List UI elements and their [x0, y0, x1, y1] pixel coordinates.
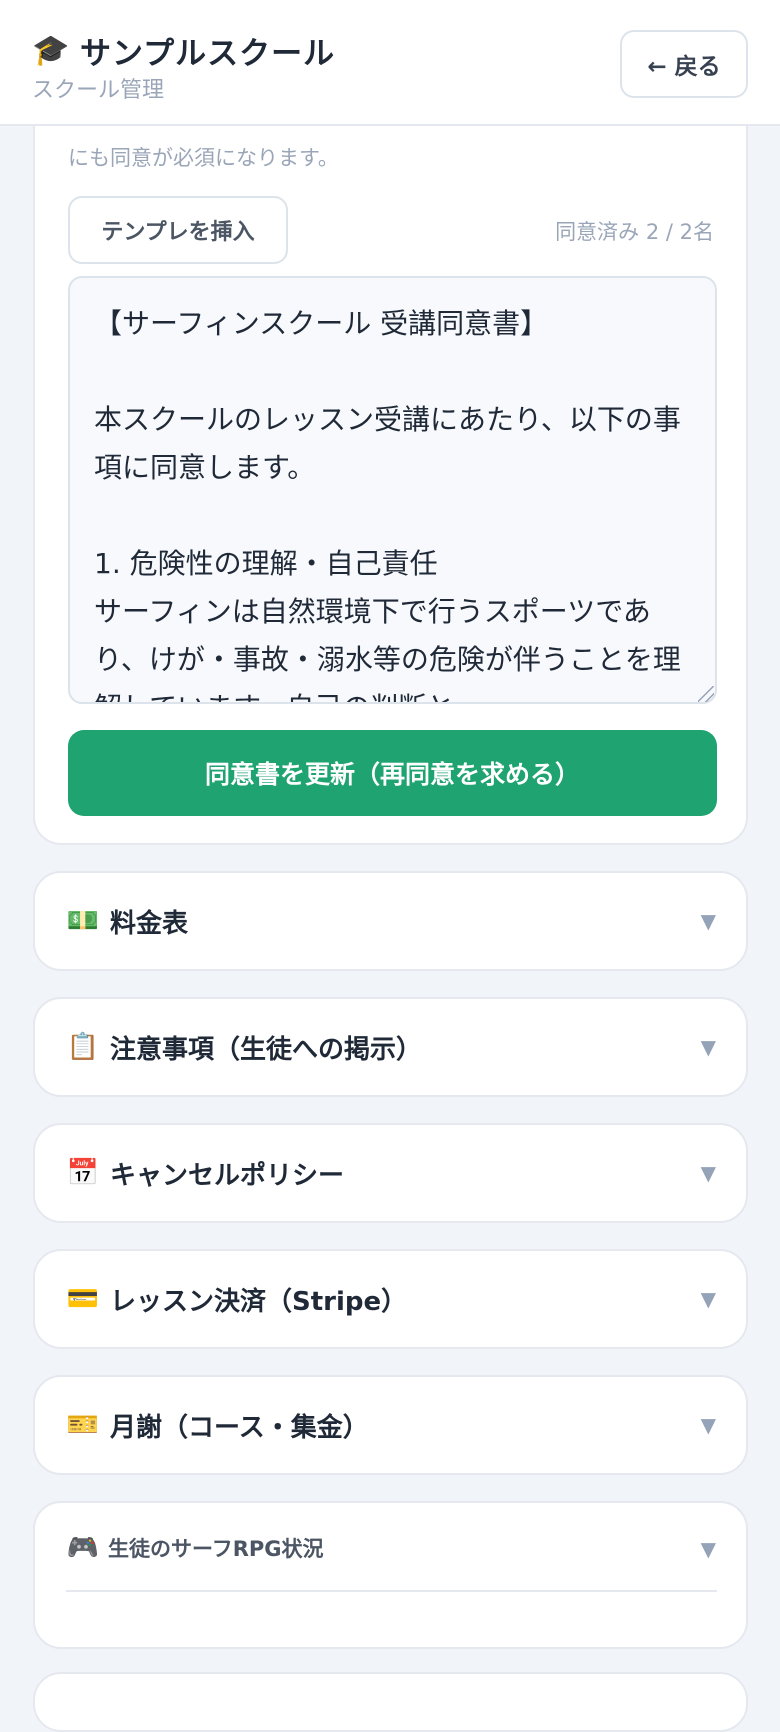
- update-consent-button[interactable]: 同意書を更新（再同意を求める）: [68, 730, 717, 816]
- section-student-rpg[interactable]: 🎮 生徒のサーフRPG状況 ▼: [33, 1501, 748, 1649]
- section-header: 🎫 月謝（コース・集金）: [66, 1377, 369, 1473]
- consent-textarea[interactable]: 【サーフィンスクール 受講同意書】 本スクールのレッスン受講にあたり、以下の事項…: [68, 276, 717, 704]
- consent-note: にも同意が必須になります。: [68, 146, 339, 170]
- credit-card-icon: 💳: [66, 1284, 100, 1314]
- chevron-down-icon[interactable]: ▼: [701, 1035, 716, 1059]
- section-title: 注意事項（生徒への掲示）: [110, 1034, 423, 1065]
- section-title: 月謝（コース・集金）: [110, 1412, 369, 1443]
- section-header: 💵 料金表: [66, 873, 188, 969]
- section-title: 料金表: [110, 908, 189, 939]
- game-controller-icon: 🎮: [66, 1533, 100, 1563]
- back-button[interactable]: ← 戻る: [620, 30, 748, 98]
- chevron-down-icon[interactable]: ▼: [701, 1537, 716, 1561]
- section-header: 🎮 生徒のサーフRPG状況: [66, 1533, 324, 1563]
- ticket-icon: 🎫: [66, 1410, 100, 1440]
- calendar-icon: 📅: [66, 1158, 100, 1188]
- money-icon: 💵: [66, 906, 100, 936]
- chevron-down-icon[interactable]: ▼: [701, 1161, 716, 1185]
- resize-handle[interactable]: [698, 686, 714, 702]
- section-notices[interactable]: 📋 注意事項（生徒への掲示） ▼: [33, 997, 748, 1097]
- consent-card: にも同意が必須になります。 テンプレを挿入 同意済み 2 / 2名 【サーフィン…: [33, 100, 748, 845]
- next-section-card: [33, 1672, 748, 1732]
- agreed-count: 同意済み 2 / 2名: [555, 220, 714, 244]
- section-header: 📅 キャンセルポリシー: [66, 1125, 344, 1221]
- section-title: 生徒のサーフRPG状況: [108, 1537, 324, 1561]
- divider: [66, 1590, 717, 1592]
- chevron-down-icon[interactable]: ▼: [701, 1413, 716, 1437]
- graduation-cap-icon: 🎓: [32, 32, 70, 68]
- insert-template-button[interactable]: テンプレを挿入: [68, 196, 288, 264]
- chevron-down-icon[interactable]: ▼: [701, 1287, 716, 1311]
- section-lesson-payment[interactable]: 💳 レッスン決済（Stripe） ▼: [33, 1249, 748, 1349]
- section-title: キャンセルポリシー: [110, 1160, 345, 1191]
- app-header: 🎓 サンプルスクール スクール管理 ← 戻る: [0, 0, 780, 126]
- brand: 🎓 サンプルスクール: [32, 28, 335, 73]
- section-cancel-policy[interactable]: 📅 キャンセルポリシー ▼: [33, 1123, 748, 1223]
- clipboard-icon: 📋: [66, 1032, 100, 1062]
- section-pricing[interactable]: 💵 料金表 ▼: [33, 871, 748, 971]
- school-name: サンプルスクール: [80, 36, 336, 72]
- chevron-down-icon[interactable]: ▼: [701, 909, 716, 933]
- section-header: 📋 注意事項（生徒への掲示）: [66, 999, 422, 1095]
- section-monthly-fee[interactable]: 🎫 月謝（コース・集金） ▼: [33, 1375, 748, 1475]
- header-subtitle: スクール管理: [32, 78, 165, 103]
- section-title: レッスン決済（Stripe）: [110, 1286, 408, 1317]
- section-header: 💳 レッスン決済（Stripe）: [66, 1251, 407, 1347]
